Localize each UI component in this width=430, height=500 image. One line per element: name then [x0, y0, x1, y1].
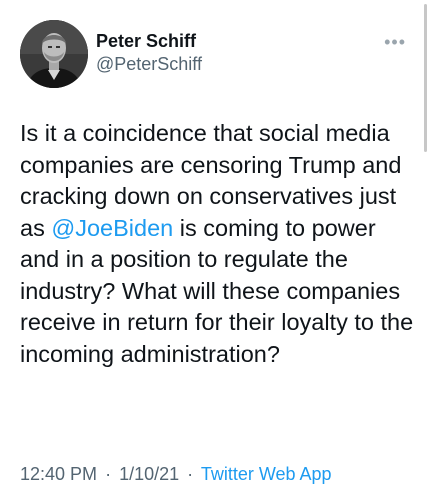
tweet-metadata: 12:40 PM · 1/10/21 · Twitter Web App: [20, 462, 332, 486]
scrollbar-thumb[interactable]: [424, 4, 427, 152]
tweet-text: Is it a coincidence that social media co…: [20, 118, 420, 370]
separator: ·: [187, 464, 194, 484]
tweet-date[interactable]: 1/10/21: [119, 464, 179, 484]
separator: ·: [105, 464, 112, 484]
tweet-time[interactable]: 12:40 PM: [20, 464, 97, 484]
avatar-photo: [20, 20, 88, 88]
tweet-card: Peter Schiff @PeterSchiff ••• Is it a co…: [0, 0, 430, 500]
mention-link[interactable]: @JoeBiden: [51, 215, 173, 241]
avatar[interactable]: [20, 20, 88, 88]
author-names: Peter Schiff @PeterSchiff: [96, 30, 202, 76]
author-display-name[interactable]: Peter Schiff: [96, 30, 202, 52]
more-icon[interactable]: •••: [384, 32, 406, 53]
tweet-source-link[interactable]: Twitter Web App: [201, 464, 332, 484]
tweet-header: Peter Schiff @PeterSchiff •••: [20, 20, 420, 90]
author-handle[interactable]: @PeterSchiff: [96, 52, 202, 76]
